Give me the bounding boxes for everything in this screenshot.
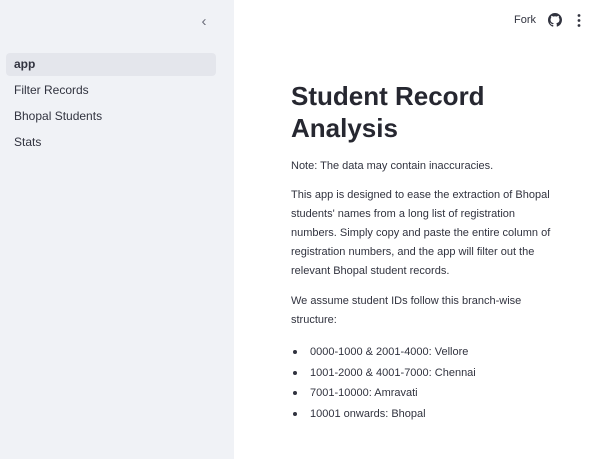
sidebar-nav: app Filter Records Bhopal Students Stats — [6, 53, 216, 157]
bullet-icon — [293, 411, 297, 416]
github-icon[interactable] — [548, 13, 562, 27]
sidebar: ‹ app Filter Records Bhopal Students Sta… — [0, 0, 234, 459]
bullet-icon — [293, 370, 297, 375]
list-item: 0000-1000 & 2001-4000: Vellore — [291, 342, 561, 363]
chevron-left-icon: ‹ — [201, 13, 207, 30]
sidebar-item-label: Stats — [14, 135, 42, 149]
branch-list: 0000-1000 & 2001-4000: Vellore 1001-2000… — [291, 342, 561, 424]
list-item: 1001-2000 & 4001-7000: Chennai — [291, 363, 561, 384]
sidebar-item-filter-records[interactable]: Filter Records — [6, 79, 216, 102]
branch-text: 7001-10000: Amravati — [310, 387, 418, 399]
sidebar-item-bhopal-students[interactable]: Bhopal Students — [6, 105, 216, 128]
branch-text: 1001-2000 & 4001-7000: Chennai — [310, 366, 476, 379]
sidebar-item-app[interactable]: app — [6, 53, 216, 76]
bullet-icon — [293, 350, 297, 354]
list-item: 10001 onwards: Bhopal — [291, 404, 561, 425]
sidebar-item-label: app — [14, 57, 36, 71]
kebab-menu-icon[interactable] — [576, 13, 582, 28]
note-text: Note: The data may contain inaccuracies. — [291, 160, 494, 172]
sidebar-item-label: Filter Records — [14, 83, 89, 97]
bullet-icon — [293, 391, 297, 395]
fork-button[interactable]: Fork — [514, 14, 536, 26]
main-content: Student Record Analysis Note: The data m… — [291, 80, 561, 424]
sidebar-item-stats[interactable]: Stats — [6, 131, 216, 154]
description-text: This app is designed to ease the extract… — [291, 189, 551, 277]
structure-intro-text: We assume student IDs follow this branch… — [291, 295, 522, 326]
collapse-sidebar-button[interactable]: ‹ — [196, 13, 212, 31]
branch-text: 0000-1000 & 2001-4000: Vellore — [310, 346, 469, 358]
page-title: Student Record Analysis — [291, 81, 485, 143]
branch-text: 10001 onwards: Bhopal — [310, 407, 426, 420]
list-item: 7001-10000: Amravati — [291, 383, 561, 404]
sidebar-item-label: Bhopal Students — [14, 109, 103, 123]
